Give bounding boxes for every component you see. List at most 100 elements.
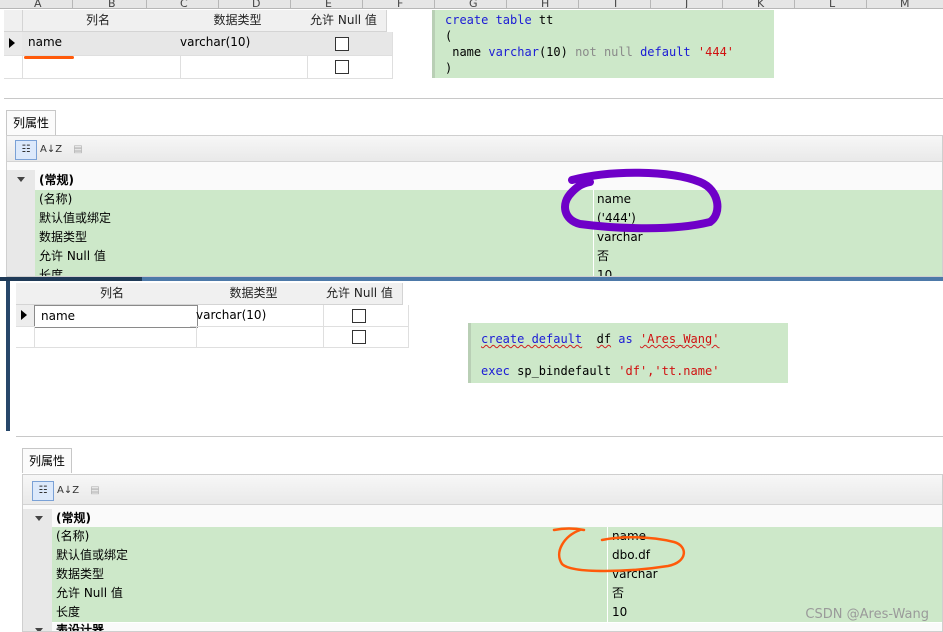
column-letter-j[interactable]: J	[685, 0, 688, 8]
tab-column-properties[interactable]: 列属性	[6, 110, 57, 135]
row-selector[interactable]	[4, 55, 23, 79]
property-row-default[interactable]: 默认值或绑定 ('444')	[35, 209, 942, 229]
column-letter-i[interactable]: I	[614, 0, 617, 8]
categorized-icon[interactable]: ☷	[32, 481, 54, 501]
row-selector[interactable]	[16, 305, 35, 327]
tab-column-properties[interactable]: 列属性	[22, 448, 73, 473]
code-line: exec sp_bindefault 'df','tt.name'	[481, 364, 720, 378]
code-line: create table tt	[445, 13, 554, 27]
watermark: CSDN @Ares-Wang	[805, 607, 929, 622]
code-line: (	[445, 29, 453, 43]
allow-null-checkbox[interactable]	[352, 330, 366, 344]
bottom-column-grid: 列名 数据类型 允许 Null 值 name varchar(10)	[16, 283, 409, 348]
property-row-allow-null[interactable]: 允许 Null 值 否	[52, 584, 942, 604]
column-letter-f[interactable]: F	[397, 0, 403, 8]
property-row-name[interactable]: (名称) name	[35, 190, 942, 210]
column-letter-c[interactable]: C	[180, 0, 188, 8]
property-row-default[interactable]: 默认值或绑定 dbo.df	[52, 546, 942, 566]
column-letter-k[interactable]: K	[757, 0, 764, 8]
properties-gutter	[7, 170, 35, 276]
cell-column-name[interactable]	[34, 326, 197, 348]
collapse-caret-icon[interactable]	[35, 628, 43, 631]
property-value[interactable]: 10	[597, 266, 612, 276]
property-row-allow-null[interactable]: 允许 Null 值 否	[35, 247, 942, 267]
cell-allow-null	[317, 326, 409, 348]
property-label: (名称)	[56, 529, 90, 543]
property-label: 长度	[56, 605, 81, 619]
column-letter-h[interactable]: H	[541, 0, 549, 8]
header-column-name[interactable]: 列名	[34, 283, 191, 305]
spreadsheet-column-header: A B C D E F G H I J K L M	[0, 0, 943, 9]
property-label: (名称)	[39, 192, 73, 206]
property-label: 默认值或绑定	[56, 548, 129, 562]
column-letter-m[interactable]: M	[900, 0, 910, 8]
cell-column-name[interactable]: name	[34, 305, 198, 328]
alpha-sort-icon[interactable]: A↓Z	[56, 481, 79, 501]
orange-underline-annotation	[24, 56, 74, 59]
allow-null-checkbox[interactable]	[335, 37, 349, 51]
current-row-arrow-icon	[9, 38, 15, 48]
panel-divider	[16, 436, 943, 437]
header-column-name[interactable]: 列名	[22, 10, 175, 32]
alpha-sort-icon[interactable]: A↓Z	[39, 140, 62, 160]
cell-allow-null	[301, 55, 393, 79]
screenshot-splitter	[0, 277, 943, 281]
properties-toolbar: ☷ A↓Z ▤	[23, 475, 942, 505]
orange-circle-annotation	[552, 527, 685, 573]
collapse-caret-icon[interactable]	[35, 516, 43, 521]
property-value[interactable]: 否	[612, 584, 624, 603]
row-selector[interactable]	[16, 326, 35, 348]
current-row-arrow-icon	[21, 310, 27, 320]
column-letter-g[interactable]: G	[469, 0, 478, 8]
purple-circle-annotation	[561, 168, 722, 233]
cell-data-type[interactable]: varchar(10)	[174, 32, 308, 56]
allow-null-checkbox[interactable]	[352, 309, 366, 323]
property-row-data-type[interactable]: 数据类型 varchar	[52, 565, 942, 585]
header-allow-null[interactable]: 允许 Null 值	[317, 283, 403, 305]
column-letter-e[interactable]: E	[325, 0, 332, 8]
property-label: 允许 Null 值	[39, 249, 106, 263]
category-general[interactable]: (常规)	[39, 171, 74, 190]
properties-gutter	[23, 509, 52, 631]
column-letter-a[interactable]: A	[34, 0, 42, 8]
window-edge	[6, 281, 10, 431]
bottom-sql-code-panel: create default df as 'Ares_Wang' exec sp…	[468, 323, 788, 383]
collapse-caret-icon[interactable]	[17, 177, 25, 182]
cell-data-type[interactable]	[190, 326, 324, 348]
header-corner	[16, 283, 35, 305]
code-line: name varchar(10) not null default '444'	[445, 45, 735, 59]
category-general[interactable]: (常规)	[56, 509, 91, 528]
allow-null-checkbox[interactable]	[335, 60, 349, 74]
property-pages-icon[interactable]: ▤	[84, 481, 106, 501]
property-label: 默认值或绑定	[39, 211, 112, 225]
column-letter-d[interactable]: D	[252, 0, 260, 8]
property-value[interactable]: 10	[612, 603, 627, 622]
properties-toolbar: ☷ A↓Z ▤	[7, 136, 942, 162]
property-label: 数据类型	[39, 230, 88, 244]
top-column-grid: 列名 数据类型 允许 Null 值 name varchar(10)	[4, 10, 393, 79]
property-row-data-type[interactable]: 数据类型 varchar	[35, 228, 942, 248]
cell-allow-null	[301, 32, 393, 56]
row-selector[interactable]	[4, 32, 23, 56]
property-row-name[interactable]: (名称) name	[52, 527, 942, 547]
header-data-type[interactable]: 数据类型	[174, 10, 302, 32]
property-label: 允许 Null 值	[56, 586, 123, 600]
property-label: 数据类型	[56, 567, 105, 581]
cell-column-name[interactable]: name	[22, 32, 181, 56]
property-value[interactable]: 否	[597, 247, 609, 266]
property-row-length[interactable]: 长度 10	[35, 266, 942, 276]
code-line: create default df as 'Ares_Wang'	[481, 332, 720, 346]
property-pages-icon[interactable]: ▤	[67, 140, 89, 160]
category-table-designer[interactable]: 表设计器	[56, 621, 104, 631]
cell-allow-null	[317, 305, 409, 327]
cell-data-type[interactable]	[174, 55, 308, 79]
top-sql-code-panel: create table tt ( name varchar(10) not n…	[432, 10, 774, 78]
column-letter-l[interactable]: L	[829, 0, 835, 8]
code-line: )	[445, 61, 453, 75]
header-allow-null[interactable]: 允许 Null 值	[301, 10, 387, 32]
column-letter-b[interactable]: B	[108, 0, 116, 8]
header-data-type[interactable]: 数据类型	[190, 283, 318, 305]
header-corner	[4, 10, 23, 32]
cell-data-type[interactable]: varchar(10)	[190, 305, 324, 327]
categorized-icon[interactable]: ☷	[15, 140, 37, 160]
